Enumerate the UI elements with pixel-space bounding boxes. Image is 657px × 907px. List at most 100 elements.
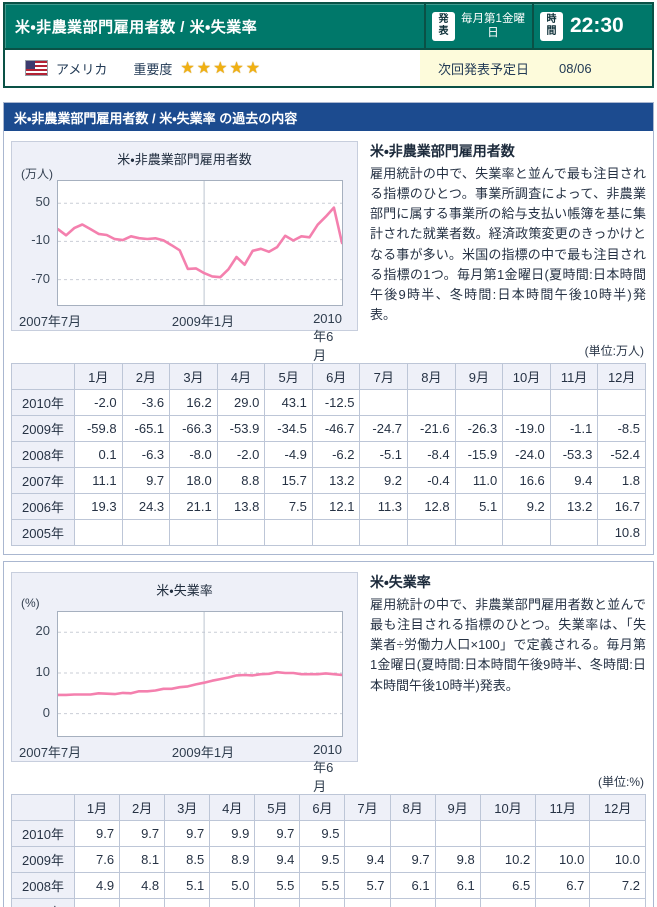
table-header-row: 1月2月3月4月5月6月7月8月9月10月11月12月	[12, 364, 646, 390]
header-title-bar: 米・非農業部門雇用者数 / 米・失業率 発表 毎月第1金曜日 時間 22:30	[5, 4, 652, 48]
value-cell: -2.0	[75, 390, 123, 416]
value-cell: 8.9	[210, 847, 255, 873]
month-column-header: 2月	[122, 364, 170, 390]
payrolls-chart: 米・非農業部門雇用者数 (万人) 50-10-70 2007年7月 2009年1…	[11, 141, 358, 331]
value-cell: 4.6	[390, 899, 435, 907]
value-cell	[408, 390, 456, 416]
value-cell: 4.4	[165, 899, 210, 907]
value-cell: 9.2	[360, 468, 408, 494]
year-cell: 2009年	[12, 416, 75, 442]
value-cell	[455, 390, 503, 416]
month-column-header: 9月	[455, 364, 503, 390]
value-cell: 5.7	[345, 873, 390, 899]
value-cell: 1.8	[598, 468, 646, 494]
description-body: 雇用統計の中で、失業率と並んで最も注目される指標のひとつ。事業所調査によって、非…	[370, 164, 646, 325]
value-cell: -53.9	[217, 416, 265, 442]
month-column-header: 9月	[435, 795, 480, 821]
page-title: 米・非農業部門雇用者数 / 米・失業率	[5, 4, 424, 48]
month-column-header: 6月	[312, 364, 360, 390]
value-cell: 16.7	[598, 494, 646, 520]
value-cell: 13.2	[550, 494, 598, 520]
value-cell: -59.8	[75, 416, 123, 442]
x-axis-labels: 2007年7月 2009年1月 2010年6月	[12, 311, 357, 329]
value-cell: 4.8	[120, 873, 165, 899]
value-cell: 16.6	[503, 468, 551, 494]
x-tick-label: 2009年1月	[172, 742, 234, 761]
value-cell: -26.3	[455, 416, 503, 442]
section-title-bar: 米・非農業部門雇用者数 / 米・失業率 の過去の内容	[4, 103, 653, 131]
value-cell: -1.1	[550, 416, 598, 442]
month-column-header: 12月	[590, 795, 646, 821]
year-cell: 2008年	[12, 442, 75, 468]
value-cell: -8.4	[408, 442, 456, 468]
value-cell: 13.2	[312, 468, 360, 494]
table-header-row: 1月2月3月4月5月6月7月8月9月10月11月12月	[12, 795, 646, 821]
value-cell: -2.0	[217, 442, 265, 468]
table-row: 2007年11.19.718.08.815.713.29.2-0.411.016…	[12, 468, 646, 494]
value-cell	[265, 520, 313, 546]
value-cell: -8.0	[170, 442, 218, 468]
value-cell	[122, 520, 170, 546]
value-cell: -6.3	[122, 442, 170, 468]
year-cell: 2010年	[12, 821, 75, 847]
description-body: 雇用統計の中で、非農業部門雇用者数と並んで最も注目される指標のひとつ。失業率は、…	[370, 595, 646, 696]
value-cell: 4.9	[75, 873, 120, 899]
month-column-header: 5月	[265, 364, 313, 390]
year-cell: 2009年	[12, 847, 75, 873]
country-name: アメリカ	[56, 59, 107, 78]
value-cell: 43.1	[265, 390, 313, 416]
y-tick-label: 10	[36, 664, 50, 679]
importance-stars: ★★★★★	[180, 58, 262, 78]
table-row: 2009年7.68.18.58.99.49.59.49.79.810.210.0…	[12, 847, 646, 873]
value-cell: 9.7	[122, 468, 170, 494]
unemployment-content: 米・失業率 (%) 20100 2007年7月 2009年1月 2010年6月 …	[4, 562, 653, 907]
value-cell: 29.0	[217, 390, 265, 416]
value-cell: 9.4	[550, 468, 598, 494]
release-badge: 発表	[432, 12, 455, 41]
value-cell: 24.3	[122, 494, 170, 520]
value-cell	[550, 390, 598, 416]
page: 米・非農業部門雇用者数 / 米・失業率 発表 毎月第1金曜日 時間 22:30 …	[0, 0, 657, 907]
value-cell: 5.0	[590, 899, 646, 907]
table-row: 2010年9.79.79.79.99.79.5	[12, 821, 646, 847]
table-row: 2007年4.64.54.44.54.54.54.64.64.74.74.75.…	[12, 899, 646, 907]
plot-area: 20100	[57, 611, 343, 737]
release-schedule-section: 発表 毎月第1金曜日	[426, 4, 532, 48]
value-cell: 10.8	[598, 520, 646, 546]
value-cell: -52.4	[598, 442, 646, 468]
month-column-header: 12月	[598, 364, 646, 390]
value-cell: 5.5	[255, 873, 300, 899]
year-cell: 2005年	[12, 520, 75, 546]
month-column-header: 11月	[536, 795, 590, 821]
value-cell: -24.0	[503, 442, 551, 468]
value-cell: 9.5	[300, 847, 345, 873]
month-column-header: 4月	[217, 364, 265, 390]
value-cell: 21.1	[170, 494, 218, 520]
value-cell: 11.3	[360, 494, 408, 520]
month-column-header: 3月	[165, 795, 210, 821]
value-cell: 13.8	[217, 494, 265, 520]
value-cell: -8.5	[598, 416, 646, 442]
value-cell: 5.0	[210, 873, 255, 899]
value-cell	[360, 520, 408, 546]
value-cell: 9.4	[345, 847, 390, 873]
month-column-header: 8月	[390, 795, 435, 821]
value-cell: -53.3	[550, 442, 598, 468]
month-column-header: 7月	[345, 795, 390, 821]
value-cell: -21.6	[408, 416, 456, 442]
table-row: 2009年-59.8-65.1-66.3-53.9-34.5-46.7-24.7…	[12, 416, 646, 442]
value-cell: 7.2	[590, 873, 646, 899]
x-tick-label: 2010年6月	[313, 742, 342, 795]
year-cell: 2007年	[12, 899, 75, 907]
x-tick-label: 2009年1月	[172, 311, 234, 330]
value-cell: 8.8	[217, 468, 265, 494]
payrolls-section: 米・非農業部門雇用者数 / 米・失業率 の過去の内容 米・非農業部門雇用者数 (…	[3, 102, 654, 555]
value-cell: 0.1	[75, 442, 123, 468]
unemployment-description: 米・失業率 雇用統計の中で、非農業部門雇用者数と並んで最も注目される指標のひとつ…	[370, 572, 646, 696]
value-cell: 4.7	[480, 899, 536, 907]
us-flag-icon	[25, 60, 48, 76]
value-cell: 4.7	[435, 899, 480, 907]
value-cell: 6.1	[390, 873, 435, 899]
month-column-header: 11月	[550, 364, 598, 390]
y-tick-label: -70	[31, 271, 50, 286]
